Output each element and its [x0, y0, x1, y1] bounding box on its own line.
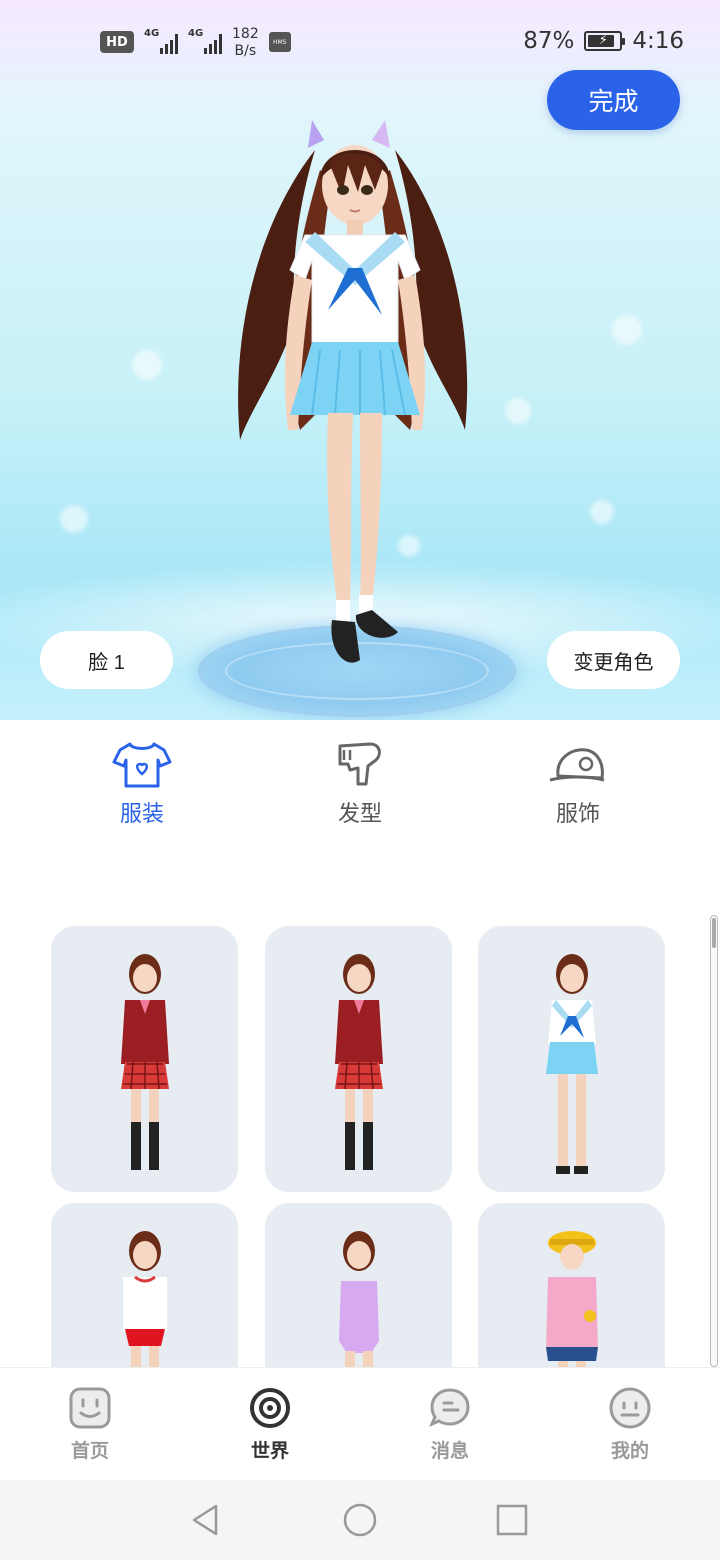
world-icon — [250, 1388, 290, 1428]
battery-icon: ⚡ — [584, 31, 626, 51]
outfit-preview — [334, 954, 383, 1170]
tab-hairstyle[interactable]: 发型 — [305, 740, 415, 828]
signal-sim2-icon: 4G — [188, 28, 222, 54]
tab-accessories[interactable]: 服饰 — [523, 740, 633, 828]
profile-icon — [609, 1387, 651, 1429]
hairdryer-icon — [338, 742, 381, 786]
bokeh-dot — [60, 505, 88, 533]
outfit-preview — [122, 1231, 167, 1367]
tab-hairstyle-label: 发型 — [337, 802, 382, 827]
nav-profile[interactable]: 我的 — [580, 1386, 680, 1463]
nav-world[interactable]: 世界 — [220, 1386, 320, 1463]
outfit-preview — [545, 1231, 598, 1367]
bottom-navigation: 首页 世界 消息 我的 — [0, 1367, 720, 1480]
outfit-card[interactable] — [265, 926, 452, 1192]
tab-accessories-label: 服饰 — [555, 802, 600, 827]
avatar-character[interactable] — [220, 110, 490, 680]
tshirt-icon — [112, 742, 172, 788]
nav-home[interactable]: 首页 — [40, 1386, 140, 1463]
network-speed: 182 B/s — [232, 26, 259, 59]
signal-sim1-icon: 4G — [144, 28, 178, 54]
bokeh-dot — [612, 315, 642, 345]
bokeh-dot — [505, 398, 531, 424]
outfit-card[interactable] — [265, 1203, 452, 1367]
nav-world-label: 世界 — [250, 1440, 289, 1462]
nav-profile-label: 我的 — [610, 1440, 649, 1462]
done-button[interactable]: 完成 — [547, 70, 680, 130]
nav-messages-label: 消息 — [430, 1440, 469, 1462]
tab-clothing-label: 服装 — [119, 802, 164, 827]
nav-messages[interactable]: 消息 — [400, 1386, 500, 1463]
hd-voice-icon: HD — [100, 31, 134, 53]
tab-clothing[interactable]: 服装 — [87, 740, 197, 828]
outfit-preview — [545, 954, 598, 1174]
network-type-2: 4G — [188, 28, 204, 39]
outfit-preview — [338, 1231, 379, 1367]
home-circle-icon[interactable] — [342, 1502, 378, 1538]
avatar-stage: HD 4G 4G 182 B/s HMS 87% ⚡ 4:16 完成 脸 1 变… — [0, 0, 720, 720]
battery-percent: 87% — [523, 28, 575, 54]
clock: 4:16 — [632, 28, 684, 54]
back-icon[interactable] — [188, 1502, 224, 1538]
home-icon — [69, 1387, 111, 1429]
outfit-card[interactable] — [478, 926, 665, 1192]
message-icon — [429, 1388, 470, 1427]
grid-scrollbar[interactable] — [710, 915, 718, 1367]
face-select-button[interactable]: 脸 1 — [40, 631, 173, 689]
system-navigation-bar — [0, 1480, 720, 1560]
recents-icon[interactable] — [494, 1502, 530, 1538]
bokeh-dot — [590, 500, 614, 524]
outfit-grid — [51, 926, 665, 1367]
outfit-preview — [120, 954, 169, 1170]
network-type-1: 4G — [144, 28, 160, 39]
hms-icon: HMS — [268, 32, 291, 52]
outfit-card[interactable] — [51, 926, 238, 1192]
cap-icon — [549, 748, 605, 782]
bokeh-dot — [132, 350, 162, 380]
outfit-card[interactable] — [478, 1203, 665, 1367]
nav-home-label: 首页 — [70, 1440, 109, 1462]
change-role-button[interactable]: 变更角色 — [547, 631, 680, 689]
category-tabs: 服装 发型 服饰 — [0, 720, 720, 840]
outfit-card[interactable] — [51, 1203, 238, 1367]
